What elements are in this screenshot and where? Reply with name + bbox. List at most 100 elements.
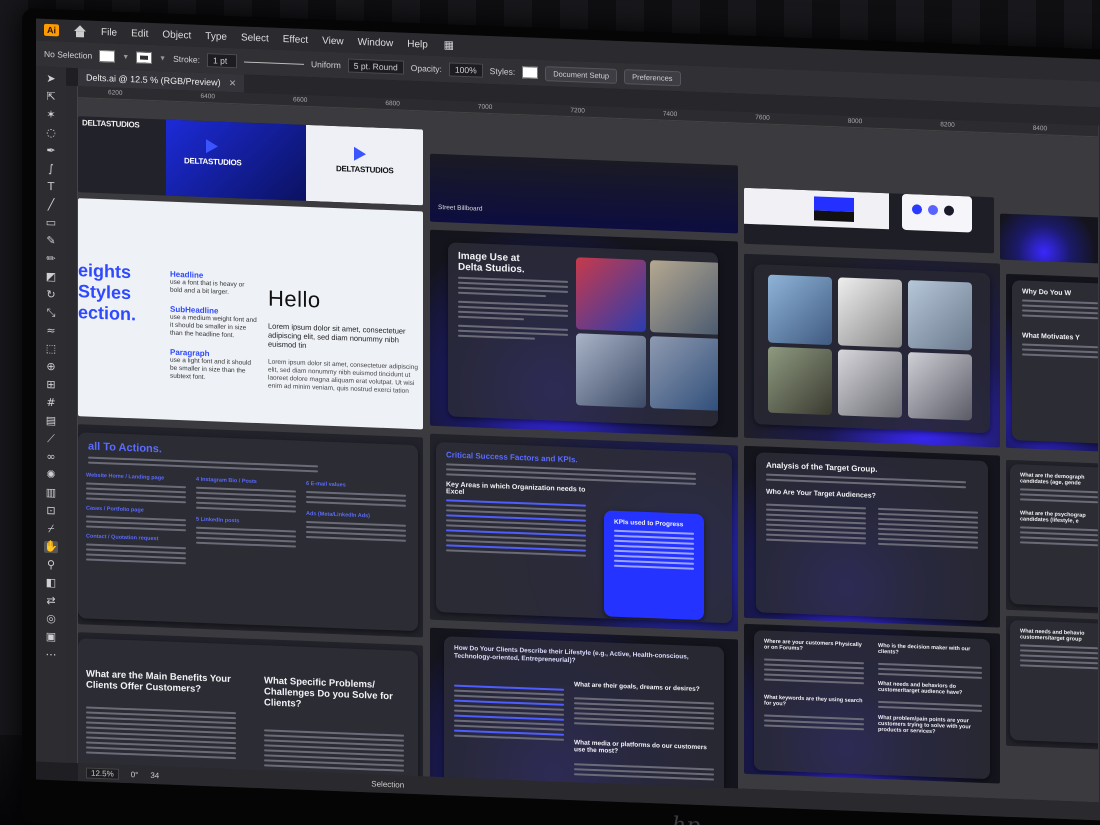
- ruler-tick: 6200: [108, 89, 123, 97]
- fill-swatch[interactable]: [99, 49, 116, 63]
- cta-linkedin: LinkedIn posts: [200, 516, 240, 525]
- monitor: Ai File Edit Object Type Select Effect V…: [22, 8, 1100, 825]
- cta-col-3: 6 E-mail values Ads (Meta/LinkedIn Ads): [306, 481, 406, 542]
- artboard-colors[interactable]: [744, 187, 994, 254]
- artboard-nav-field[interactable]: 34: [150, 770, 159, 779]
- photo-camera-6: [908, 352, 972, 421]
- brush-definition[interactable]: 5 pt. Round: [347, 58, 404, 75]
- preferences-button[interactable]: Preferences: [624, 68, 681, 86]
- menu-select[interactable]: Select: [241, 32, 269, 44]
- cta-contact: Contact / Quotation request: [86, 533, 159, 543]
- eyedropper-tool-icon[interactable]: ⟋: [44, 432, 58, 446]
- artboard-image-use[interactable]: Image Use at Delta Studios.: [430, 229, 738, 438]
- graph-tool-icon[interactable]: ▥: [44, 486, 58, 500]
- artboard-needs[interactable]: What needs and behavio customers/target …: [1006, 615, 1098, 750]
- kpi-card: KPIs used to Progress: [604, 510, 704, 621]
- fill-stroke-icon[interactable]: ◧: [44, 576, 58, 590]
- symbol-sprayer-tool-icon[interactable]: ✺: [44, 468, 58, 482]
- cta-number: 4: [196, 476, 200, 483]
- selection-tool-icon[interactable]: ➤: [44, 72, 58, 86]
- vertical-ruler[interactable]: [66, 85, 78, 764]
- type-tool-icon[interactable]: T: [44, 180, 58, 194]
- artboard-tool-icon[interactable]: ⊡: [44, 504, 58, 518]
- artboard-typography[interactable]: eights Styles ection. Headline use a fon…: [78, 198, 423, 430]
- scale-tool-icon[interactable]: ⤡: [44, 306, 58, 320]
- menu-window[interactable]: Window: [358, 36, 394, 48]
- workspace-grid-icon[interactable]: ▦: [442, 38, 456, 52]
- swap-colors-icon[interactable]: ⇄: [44, 594, 58, 608]
- line-tool-icon[interactable]: ╱: [44, 198, 58, 212]
- shape-builder-tool-icon[interactable]: ⊕: [44, 360, 58, 374]
- pencil-tool-icon[interactable]: ✏: [44, 252, 58, 266]
- motivates-heading: What Motivates Y: [1022, 332, 1080, 342]
- paintbrush-tool-icon[interactable]: ✎: [44, 234, 58, 248]
- target-columns: [766, 500, 978, 549]
- document-setup-button[interactable]: Document Setup: [545, 65, 618, 84]
- rectangle-tool-icon[interactable]: ▭: [44, 216, 58, 230]
- artboard-billboard[interactable]: Street Billboard: [430, 153, 738, 234]
- curvature-tool-icon[interactable]: ∫: [44, 162, 58, 176]
- eraser-tool-icon[interactable]: ◩: [44, 270, 58, 284]
- lorem-paragraph: Lorem ipsum dolor sit amet, consectetuer…: [268, 358, 418, 395]
- warp-tool-icon[interactable]: ≈: [44, 324, 58, 338]
- zoom-field[interactable]: 12.5%: [86, 766, 119, 780]
- home-icon[interactable]: [73, 25, 87, 38]
- stroke-swatch[interactable]: [136, 51, 153, 64]
- color-swatch-blue: [814, 196, 854, 212]
- slice-tool-icon[interactable]: ⌿: [44, 522, 58, 536]
- chevron-down-icon[interactable]: ▼: [122, 53, 129, 60]
- menu-file[interactable]: File: [101, 27, 117, 39]
- menu-type[interactable]: Type: [205, 31, 227, 43]
- pen-tool-icon[interactable]: ✒: [44, 144, 58, 158]
- menu-edit[interactable]: Edit: [131, 28, 148, 40]
- menu-help[interactable]: Help: [407, 38, 428, 50]
- menu-effect[interactable]: Effect: [283, 34, 308, 46]
- rotation-field[interactable]: 0°: [131, 770, 139, 779]
- logo-card-light: DELTASTUDIOS: [306, 124, 423, 206]
- mesh-tool-icon[interactable]: #: [44, 396, 58, 410]
- more-tools-icon[interactable]: ⋯: [44, 648, 58, 662]
- chevron-down-icon[interactable]: ▼: [159, 55, 166, 62]
- screen-mode-icon[interactable]: ▣: [44, 630, 58, 644]
- direct-selection-tool-icon[interactable]: ⇱: [44, 90, 58, 104]
- close-icon[interactable]: ✕: [229, 77, 237, 88]
- artboard-demographics[interactable]: What are the demograph candidates (age, …: [1006, 459, 1098, 614]
- customers-pain: What problem/pain points are your custom…: [878, 714, 971, 736]
- dots-card: [902, 193, 972, 233]
- magic-wand-tool-icon[interactable]: ✶: [44, 108, 58, 122]
- rotate-tool-icon[interactable]: ↻: [44, 288, 58, 302]
- artboard-why[interactable]: Why Do You W What Motivates Y: [1006, 273, 1098, 452]
- drawing-modes-icon[interactable]: ◎: [44, 612, 58, 626]
- artboard-photos[interactable]: [744, 253, 1000, 448]
- stroke-weight-field[interactable]: 1 pt: [207, 53, 238, 69]
- artboard-top-right[interactable]: [1000, 213, 1098, 264]
- gradient-tool-icon[interactable]: ▤: [44, 414, 58, 428]
- zoom-tool-icon[interactable]: ⚲: [44, 558, 58, 572]
- artboard-logo[interactable]: DELTASTUDIOS DELTASTUDIOS DELTASTUDIOS: [78, 116, 423, 206]
- free-transform-tool-icon[interactable]: ⬚: [44, 342, 58, 356]
- image-use-card: Image Use at Delta Studios.: [448, 242, 718, 427]
- ruler-tick: 8400: [1032, 124, 1048, 133]
- variable-width-profile[interactable]: Uniform: [311, 59, 341, 70]
- blend-tool-icon[interactable]: ∞: [44, 450, 58, 464]
- customers-needs: What needs and behaviors do customer/tar…: [878, 680, 963, 697]
- artboard-lifestyle[interactable]: How Do Your Clients Describe their Lifes…: [430, 627, 738, 803]
- artboard-target[interactable]: Analysis of the Target Group. Who Are Yo…: [744, 445, 1000, 628]
- menu-view[interactable]: View: [322, 35, 344, 47]
- artboard-customers[interactable]: Where are your customers Physically or o…: [744, 623, 1000, 784]
- hand-tool-icon[interactable]: ✋: [44, 540, 58, 554]
- photo-office-3: [576, 333, 646, 408]
- ruler-tick: 6600: [292, 96, 308, 104]
- document-tab-title: Delts.ai @ 12.5 % (RGB/Preview): [86, 72, 221, 88]
- opacity-field[interactable]: 100%: [448, 62, 483, 78]
- artboard-csf[interactable]: Critical Success Factors and KPIs. Key A…: [430, 433, 738, 632]
- graphic-style-swatch[interactable]: [522, 66, 539, 79]
- menu-object[interactable]: Object: [162, 29, 191, 41]
- customers-decision: Who is the decision maker with our clien…: [878, 642, 971, 656]
- canvas[interactable]: DELTASTUDIOS DELTASTUDIOS DELTASTUDIOS S…: [78, 98, 1098, 803]
- headline-text: use a font that is heavy or bold and a b…: [170, 278, 245, 296]
- ruler-tick: 7400: [662, 110, 678, 119]
- artboard-cta[interactable]: all To Actions. Website Home / Landing p…: [78, 424, 423, 638]
- lasso-tool-icon[interactable]: ◌: [44, 126, 58, 140]
- perspective-grid-tool-icon[interactable]: ⊞: [44, 378, 58, 392]
